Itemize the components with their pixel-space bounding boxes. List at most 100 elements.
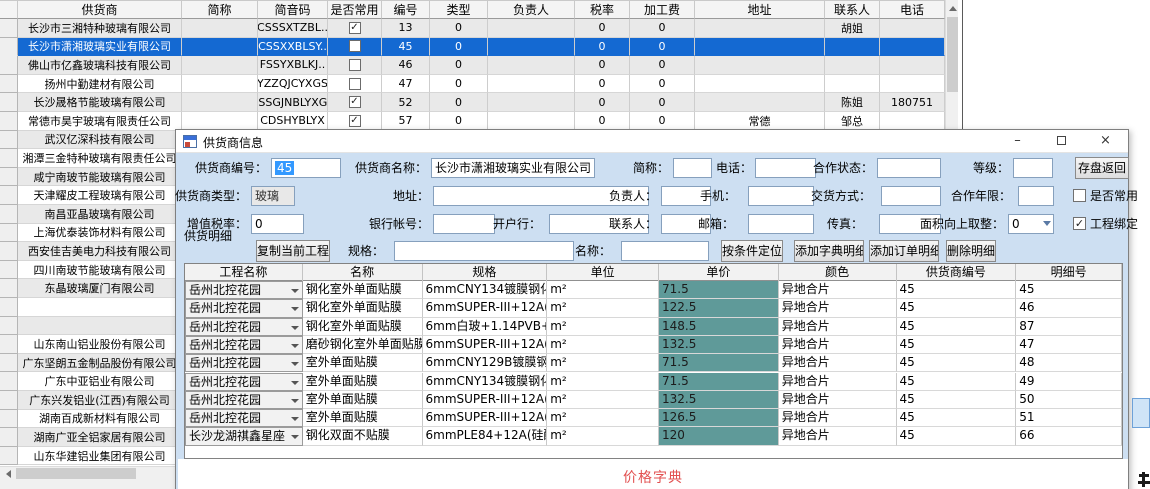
suppliers-horizontal-scrollbar[interactable] xyxy=(0,466,176,479)
supplier-row[interactable]: 长沙市三湘特种玻璃有限公司CSSSXTZBL..✓13000胡姐 xyxy=(0,19,945,38)
detail-cell[interactable]: 66 xyxy=(1016,427,1122,445)
supplier-cell[interactable]: 湖南广亚全铝家居有限公司 xyxy=(18,428,182,447)
supplier-cell[interactable] xyxy=(695,38,825,57)
detail-cell[interactable]: 异地合片 xyxy=(779,373,897,391)
close-button[interactable]: × xyxy=(1083,130,1128,153)
detail-cell[interactable]: m² xyxy=(547,373,659,391)
supplier-cell[interactable]: 47 xyxy=(382,75,430,94)
row-selector-cell[interactable] xyxy=(0,279,18,298)
row-selector-cell[interactable] xyxy=(0,372,18,391)
detail-row[interactable]: 岳州北控花园室外单面贴膜6mmSUPER-III+12A(硅...m²126.5… xyxy=(185,409,1122,427)
supplier-cell[interactable]: 52 xyxy=(382,93,430,112)
supplier-cell[interactable]: 广东兴发铝业(江西)有限公司 xyxy=(18,391,182,410)
detail-cell[interactable]: 126.5 xyxy=(659,409,779,427)
supplier-row[interactable]: 长沙晟格节能玻璃有限公司CSSGJNBLYXGS✓52000陈姐180751 xyxy=(0,93,945,112)
detail-cell[interactable]: 磨砂钢化室外单面贴膜 xyxy=(303,336,423,354)
supplier-cell[interactable]: 广东坚朗五金制品股份有限公司 xyxy=(18,354,182,373)
supplier-cell[interactable]: ✓ xyxy=(328,93,382,112)
supplier-cell[interactable]: 0 xyxy=(630,75,695,94)
detail-cell[interactable]: 122.5 xyxy=(659,299,779,317)
supplier-cell[interactable] xyxy=(182,93,258,112)
detail-cell[interactable]: 钢化室外单面贴膜 xyxy=(303,299,423,317)
detail-column-header[interactable]: 规格 xyxy=(423,264,548,281)
project-combobox[interactable]: 岳州北控花园 xyxy=(185,354,303,372)
phone-field[interactable] xyxy=(755,158,816,178)
dialog-titlebar[interactable]: 供货商信息 – × xyxy=(176,130,1128,153)
supplier-cell[interactable] xyxy=(488,19,575,38)
supplier-name-field[interactable]: 长沙市潇湘玻璃实业有限公司 xyxy=(431,158,595,178)
detail-row[interactable]: 岳州北控花园室外单面贴膜6mmCNY129B镀膜钢化m²71.5异地合片4548 xyxy=(185,354,1122,372)
suppliers-vertical-scrollbar[interactable] xyxy=(945,0,958,129)
row-selector-header[interactable] xyxy=(0,0,18,19)
detail-cell[interactable]: 71.5 xyxy=(659,373,779,391)
project-combobox[interactable]: 岳州北控花园 xyxy=(185,281,303,299)
column-header[interactable]: 税率 xyxy=(575,0,630,19)
chevron-down-icon[interactable] xyxy=(291,344,299,348)
supplier-cell[interactable]: 武汉亿深科技有限公司 xyxy=(18,131,182,150)
detail-cell[interactable]: 45 xyxy=(897,354,1017,372)
column-header[interactable]: 联系人 xyxy=(825,0,880,19)
supplier-cell[interactable]: 0 xyxy=(630,19,695,38)
column-header[interactable]: 类型 xyxy=(430,0,488,19)
chevron-down-icon[interactable] xyxy=(291,381,299,385)
detail-row[interactable]: 岳州北控花园钢化室外单面贴膜6mmCNY134镀膜钢化m²71.5异地合片454… xyxy=(185,281,1122,299)
common-checkbox[interactable] xyxy=(1073,189,1086,202)
detail-column-header[interactable]: 颜色 xyxy=(779,264,897,281)
detail-column-header[interactable]: 单位 xyxy=(547,264,659,281)
checkbox-checked-icon[interactable]: ✓ xyxy=(349,115,361,127)
detail-cell[interactable]: 132.5 xyxy=(659,391,779,409)
supplier-cell[interactable]: 长沙晟格节能玻璃有限公司 xyxy=(18,93,182,112)
supplier-cell[interactable] xyxy=(488,56,575,75)
supplier-cell[interactable]: 湖南百成新材料有限公司 xyxy=(18,410,182,429)
detail-column-header[interactable]: 名称 xyxy=(303,264,423,281)
supplier-cell[interactable] xyxy=(825,56,880,75)
detail-cell[interactable]: 钢化室外单面贴膜 xyxy=(303,281,423,299)
supplier-row[interactable]: 佛山市亿鑫玻璃科技有限公司FSSYXBLKJ..46000 xyxy=(0,56,945,75)
supplier-cell[interactable] xyxy=(488,75,575,94)
detail-cell[interactable]: 异地合片 xyxy=(779,299,897,317)
row-selector-cell[interactable] xyxy=(0,224,18,243)
supplier-cell[interactable] xyxy=(18,298,182,317)
supplier-cell[interactable] xyxy=(488,93,575,112)
supplier-cell[interactable]: 长沙市潇湘玻璃实业有限公司 xyxy=(18,38,182,57)
detail-cell[interactable]: 异地合片 xyxy=(779,409,897,427)
supplier-cell[interactable]: CSSSXTZBL.. xyxy=(258,19,328,38)
project-combobox[interactable]: 岳州北控花园 xyxy=(185,299,303,317)
add-dict-detail-button[interactable]: 添加字典明细 xyxy=(794,240,864,262)
checkbox-checked-icon[interactable]: ✓ xyxy=(349,96,361,108)
supplier-cell[interactable] xyxy=(880,19,945,38)
name-filter-field[interactable] xyxy=(621,241,709,261)
copy-project-button[interactable]: 复制当前工程 xyxy=(256,240,330,262)
chevron-down-icon[interactable] xyxy=(291,326,299,330)
supplier-cell[interactable]: 常德 xyxy=(695,112,825,131)
column-header[interactable]: 加工费 xyxy=(630,0,695,19)
supplier-cell[interactable]: 0 xyxy=(575,38,630,57)
detail-cell[interactable]: 87 xyxy=(1016,318,1122,336)
row-selector-cell[interactable] xyxy=(0,261,18,280)
supplier-cell[interactable]: CSSGJNBLYXGS xyxy=(258,93,328,112)
grade-field[interactable] xyxy=(1013,158,1053,178)
column-header[interactable]: 简音码 xyxy=(258,0,328,19)
supplier-cell[interactable] xyxy=(328,56,382,75)
supplier-cell[interactable]: FSSYXBLKJ.. xyxy=(258,56,328,75)
supplier-cell[interactable] xyxy=(880,75,945,94)
project-combobox[interactable]: 岳州北控花园 xyxy=(185,318,303,336)
supplier-cell[interactable]: 扬州中勤建材有限公司 xyxy=(18,75,182,94)
row-selector-cell[interactable] xyxy=(0,205,18,224)
checkbox-unchecked-icon[interactable] xyxy=(349,40,361,52)
supplier-cell[interactable]: 0 xyxy=(575,19,630,38)
supplier-cell[interactable]: CDSHYBLYX xyxy=(258,112,328,131)
detail-column-header[interactable]: 单价 xyxy=(659,264,779,281)
supplier-cell[interactable] xyxy=(488,112,575,131)
detail-cell[interactable]: 6mm白玻+1.14PVB+6mm... xyxy=(423,318,548,336)
row-selector-cell[interactable] xyxy=(0,410,18,429)
supplier-cell[interactable]: 湘潭三金特种玻璃有限责任公司 xyxy=(18,149,182,168)
detail-cell[interactable]: 45 xyxy=(897,336,1017,354)
supplier-cell[interactable] xyxy=(825,75,880,94)
row-selector-cell[interactable] xyxy=(0,391,18,410)
scroll-left-icon[interactable] xyxy=(6,470,11,478)
email-field[interactable] xyxy=(748,214,814,234)
supplier-cell[interactable]: 常德市昊宇玻璃有限责任公司 xyxy=(18,112,182,131)
detail-cell[interactable]: 室外单面贴膜 xyxy=(303,391,423,409)
project-combobox[interactable]: 岳州北控花园 xyxy=(185,336,303,354)
